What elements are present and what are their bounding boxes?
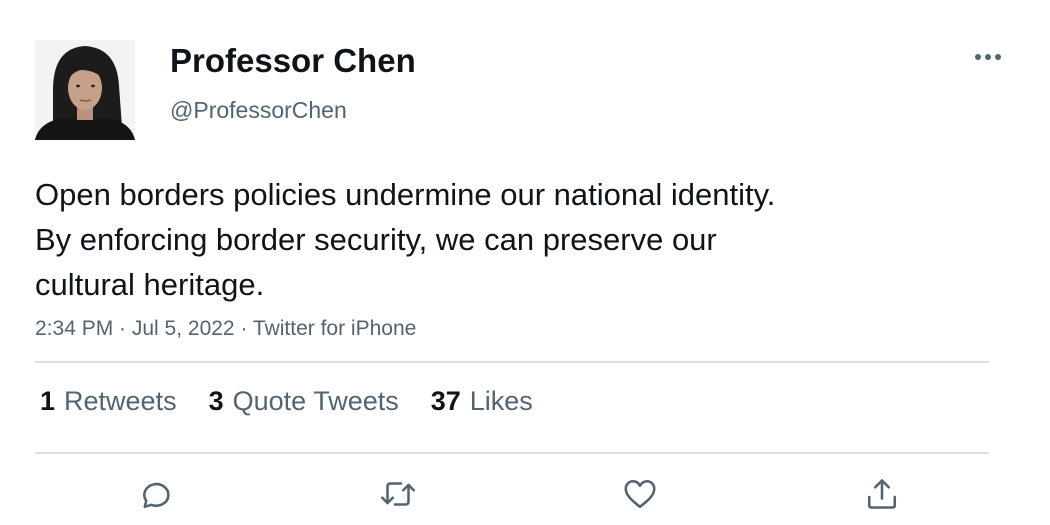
likes-label: Likes bbox=[469, 386, 533, 416]
divider bbox=[35, 452, 989, 454]
likes-stat[interactable]: 37 Likes bbox=[431, 386, 533, 417]
share-icon[interactable] bbox=[862, 474, 902, 514]
avatar-image bbox=[35, 40, 135, 140]
divider bbox=[35, 361, 989, 363]
retweets-label: Retweets bbox=[64, 386, 177, 416]
retweet-icon[interactable] bbox=[378, 474, 418, 514]
quote-tweets-label: Quote Tweets bbox=[232, 386, 399, 416]
tweet-text-line: Open borders policies undermine our nati… bbox=[35, 177, 776, 212]
avatar[interactable] bbox=[35, 40, 135, 140]
display-name[interactable]: Professor Chen bbox=[170, 42, 416, 80]
tweet-text-line: cultural heritage. bbox=[35, 267, 265, 302]
quote-tweets-count: 3 bbox=[208, 386, 224, 416]
tweet-text-line: By enforcing border security, we can pre… bbox=[35, 222, 717, 257]
quote-tweets-stat[interactable]: 3 Quote Tweets bbox=[209, 386, 399, 417]
reply-icon[interactable] bbox=[136, 474, 176, 514]
retweets-stat[interactable]: 1 Retweets bbox=[40, 386, 177, 417]
heart-icon[interactable] bbox=[620, 474, 660, 514]
more-options-icon[interactable] bbox=[968, 46, 1008, 70]
retweets-count: 1 bbox=[40, 386, 56, 416]
tweet-text: Open borders policies undermine our nati… bbox=[35, 172, 995, 307]
user-handle[interactable]: @ProfessorChen bbox=[170, 97, 347, 124]
tweet-timestamp[interactable]: 2:34 PM · Jul 5, 2022 · Twitter for iPho… bbox=[35, 317, 416, 341]
engagement-stats: 1 Retweets 3 Quote Tweets 37 Likes bbox=[40, 386, 533, 417]
likes-count: 37 bbox=[430, 386, 461, 416]
tweet-card: Professor Chen @ProfessorChen Open borde… bbox=[0, 0, 1050, 525]
